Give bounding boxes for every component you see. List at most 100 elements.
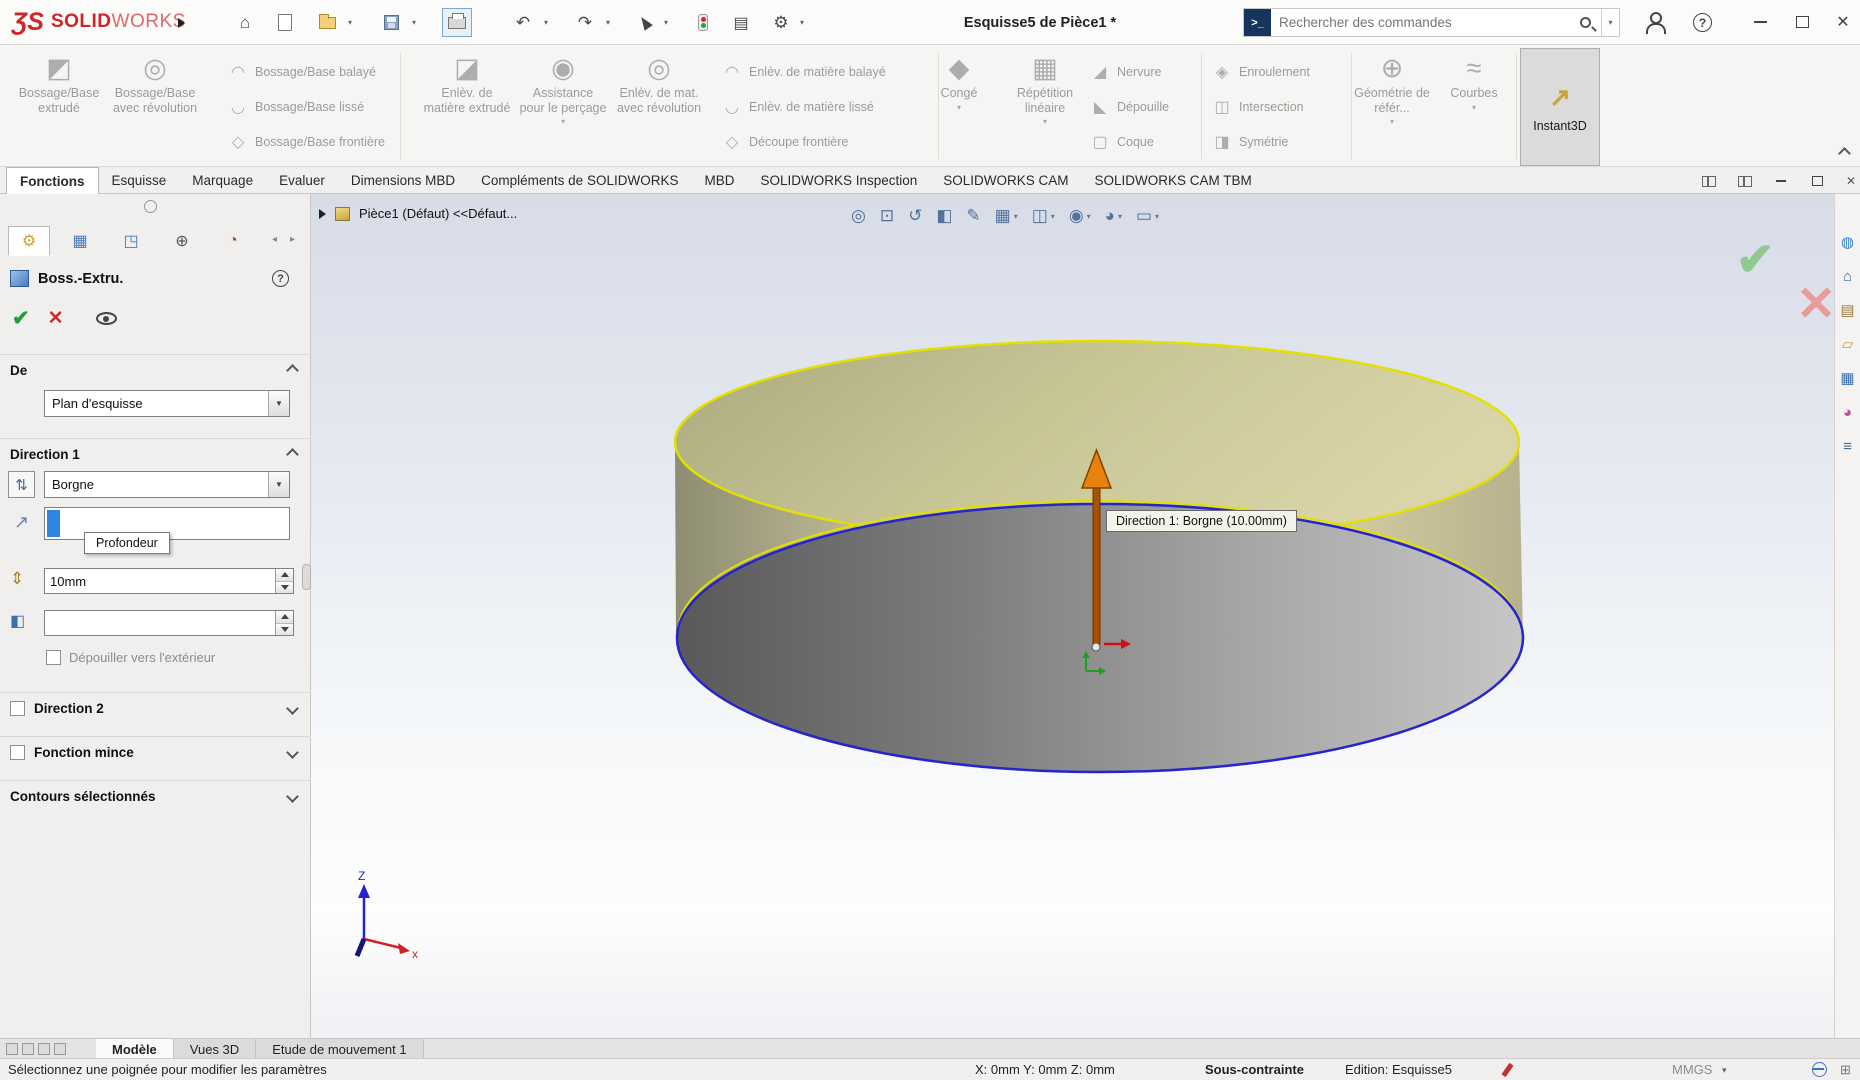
ribbon-small-button[interactable]: ◨ Symétrie [1212, 124, 1310, 159]
help-button[interactable]: ? [1693, 13, 1712, 32]
ribbon-tab[interactable]: MBD [691, 167, 747, 194]
section-thin-feature[interactable]: Fonction mince [0, 736, 311, 768]
ribbon-small-button[interactable]: ◈ Enroulement [1212, 54, 1310, 89]
ok-button[interactable]: ✔ [12, 306, 30, 331]
spinner-down-button[interactable] [276, 580, 293, 593]
ribbon-button[interactable]: ⊕ Géométrie de référ... ▾ [1352, 50, 1432, 162]
ribbon-tab[interactable]: SOLIDWORKS CAM [930, 167, 1081, 194]
feature-tree-flyout[interactable]: Pièce1 (Défaut) <<Défaut... [319, 206, 517, 221]
preview-eye-button[interactable] [95, 312, 117, 325]
ribbon-collapse-button[interactable] [1838, 145, 1851, 163]
ribbon-button[interactable]: ▦ Répétition linéaire ▾ [1004, 50, 1086, 162]
ribbon-button[interactable]: ◎ Bossage/Base avec révolution [111, 50, 199, 162]
instant3d-button[interactable]: ↗ Instant3D [1520, 48, 1600, 166]
draft-angle-input[interactable] [45, 615, 275, 631]
world-icon[interactable] [1812, 1062, 1827, 1077]
end-condition-dropdown[interactable]: Borgne ▼ [44, 471, 290, 498]
ribbon-small-button[interactable]: ◇ Découpe frontière [722, 124, 886, 159]
home-button[interactable]: ⌂ [230, 8, 260, 37]
dropdown-arrow-icon[interactable]: ▾ [1472, 103, 1476, 112]
dropdown-arrow-icon[interactable]: ▾ [1118, 212, 1122, 221]
depth-input[interactable] [45, 573, 275, 589]
manager-tab[interactable]: ⊕ [161, 226, 203, 256]
select-button[interactable] [630, 8, 660, 37]
units-selector[interactable]: MMGS [1672, 1062, 1712, 1077]
thin-feature-checkbox[interactable] [10, 745, 25, 760]
dropdown-arrow-icon[interactable]: ▾ [1390, 117, 1394, 126]
ribbon-small-button[interactable]: ◣ Dépouille [1090, 89, 1169, 124]
section-from[interactable]: De [0, 354, 311, 386]
draft-outward-checkbox[interactable] [46, 650, 61, 665]
units-dropdown-arrow[interactable]: ▾ [1722, 1065, 1727, 1076]
pane-control-icon[interactable] [54, 1043, 66, 1055]
redo-dropdown-arrow[interactable]: ▾ [606, 18, 610, 27]
task-pane-tab[interactable]: ▦ [1838, 368, 1858, 388]
panel-collapse-button[interactable] [144, 200, 157, 213]
confirm-cancel-button[interactable]: ✕ [1796, 276, 1836, 332]
search-assistant-icon[interactable]: >_ [1244, 9, 1271, 36]
reverse-direction-button[interactable]: ⇅ [8, 471, 35, 498]
open-dropdown-arrow[interactable]: ▾ [348, 18, 352, 27]
ribbon-tab[interactable]: Marquage [179, 167, 266, 194]
options-sheet-button[interactable]: ▤ [726, 8, 756, 37]
ribbon-tab[interactable]: Dimensions MBD [338, 167, 468, 194]
model-tab[interactable]: Etude de mouvement 1 [256, 1039, 424, 1059]
save-dropdown-arrow[interactable]: ▾ [412, 18, 416, 27]
task-pane-tab[interactable]: ▱ [1838, 334, 1858, 354]
split-pane-2-button[interactable] [1734, 172, 1756, 190]
dropdown-arrow-icon[interactable]: ▾ [957, 103, 961, 112]
spinner-up-button[interactable] [276, 611, 293, 623]
view-tool-button[interactable]: ◎ [851, 206, 866, 226]
view-tool-button[interactable]: ◧ [936, 206, 952, 226]
spinner-down-button[interactable] [276, 622, 293, 635]
dropdown-arrow-icon[interactable]: ▼ [268, 472, 289, 497]
model-tab[interactable]: Vues 3D [173, 1039, 257, 1059]
manager-tab[interactable]: ◔ [212, 226, 254, 256]
pane-control-icon[interactable] [6, 1043, 18, 1055]
task-pane-tab[interactable]: ≡ [1838, 436, 1858, 456]
select-dropdown-arrow[interactable]: ▾ [664, 18, 668, 27]
ribbon-tab[interactable]: Compléments de SOLIDWORKS [468, 167, 691, 194]
view-tool-button[interactable]: ✎ [966, 206, 980, 226]
ribbon-tab[interactable]: SOLIDWORKS Inspection [747, 167, 930, 194]
window-close-button[interactable]: ✕ [1828, 7, 1858, 37]
ribbon-tab[interactable]: Evaluer [266, 167, 338, 194]
pm-help-button[interactable]: ? [272, 270, 289, 287]
manager-tab[interactable]: ⚙ [8, 226, 50, 256]
task-pane-tab[interactable]: ▤ [1838, 300, 1858, 320]
ribbon-small-button[interactable]: ◫ Intersection [1212, 89, 1310, 124]
undo-button[interactable]: ↶ [508, 8, 538, 37]
dropdown-arrow-icon[interactable]: ▾ [1051, 212, 1055, 221]
section-selected-contours[interactable]: Contours sélectionnés [0, 780, 311, 812]
panel-splitter-handle[interactable] [302, 564, 311, 590]
search-icon[interactable] [1580, 17, 1591, 28]
tab-scroll-right[interactable]: ▸ [290, 234, 295, 245]
view-tool-button[interactable]: ▦ ▾ [995, 206, 1018, 226]
dropdown-arrow-icon[interactable]: ▾ [1087, 212, 1091, 221]
search-input[interactable] [1271, 15, 1580, 30]
view-tool-button[interactable]: ◕ ▾ [1105, 206, 1122, 226]
save-button[interactable] [376, 8, 406, 37]
model-tab[interactable]: Modèle [96, 1039, 174, 1059]
dropdown-arrow-icon[interactable]: ▾ [1155, 212, 1159, 221]
tree-expand-arrow-icon[interactable] [319, 208, 326, 219]
redo-button[interactable]: ↷ [570, 8, 600, 37]
ribbon-button[interactable]: ≈ Courbes ▾ [1434, 50, 1514, 162]
logo-flyout-arrow-icon[interactable] [178, 18, 185, 28]
section-direction2[interactable]: Direction 2 [0, 692, 311, 724]
undo-dropdown-arrow[interactable]: ▾ [544, 18, 548, 27]
new-document-button[interactable] [270, 8, 300, 37]
graphics-viewport[interactable]: Z x Pièce1 (Défaut) <<Défaut... ◎ ⊡ ↺ ◧ … [311, 194, 1860, 1038]
search-dropdown-arrow[interactable]: ▾ [1601, 9, 1619, 36]
ribbon-button[interactable]: ◉ Assistance pour le perçage ▾ [519, 50, 607, 162]
ribbon-button[interactable]: ◎ Enlèv. de mat. avec révolution [615, 50, 703, 162]
ribbon-small-button[interactable]: ◠ Bossage/Base balayé [228, 54, 385, 89]
settings-dropdown-arrow[interactable]: ▾ [800, 18, 804, 27]
cancel-button[interactable]: ✕ [48, 307, 64, 330]
rebuild-button[interactable] [688, 8, 718, 37]
view-tool-button[interactable]: ◉ ▾ [1069, 206, 1091, 226]
ribbon-button[interactable]: ◆ Congé ▾ [918, 50, 1000, 162]
ribbon-small-button[interactable]: ◠ Enlèv. de matière balayé [722, 54, 886, 89]
manager-tab[interactable]: ▦ [59, 226, 101, 256]
split-pane-button[interactable] [1698, 172, 1720, 190]
